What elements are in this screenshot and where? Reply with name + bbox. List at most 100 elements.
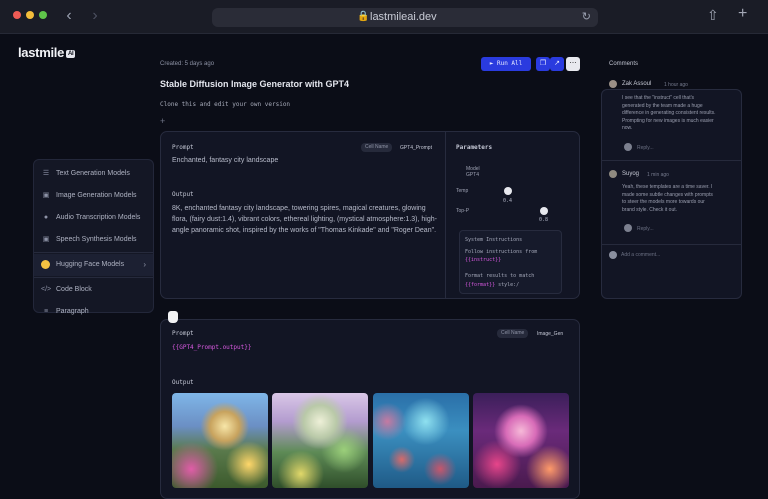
divider xyxy=(601,160,742,161)
avatar xyxy=(624,143,632,151)
divider xyxy=(445,131,446,299)
hugging-face-icon xyxy=(41,260,50,269)
temp-value: 0.4 xyxy=(503,198,513,204)
cell-name[interactable]: Image_Gen xyxy=(537,331,563,337)
system-instruction-line: {{format}} style:/ xyxy=(465,281,519,289)
avatar xyxy=(609,80,617,88)
reply-input[interactable]: Reply... xyxy=(637,145,654,151)
browser-toolbar: ‹ › 🔒 lastmileai.dev ↻ ⇧ + xyxy=(0,0,768,34)
maximize-window-button[interactable] xyxy=(39,11,47,19)
page-title: Stable Diffusion Image Generator with GP… xyxy=(160,79,350,89)
minimize-window-button[interactable] xyxy=(26,11,34,19)
share-link-icon[interactable]: ↗ xyxy=(550,57,564,71)
reload-icon[interactable]: ↻ xyxy=(582,10,591,23)
menu-item-label: Paragraph xyxy=(56,308,89,315)
comment-author: Suyog xyxy=(622,171,640,177)
comment-line: brand style. Check it out. xyxy=(622,206,678,213)
parameters-label: Parameters xyxy=(456,144,493,151)
menu-item-audio-transcription[interactable]: ● Audio Transcription Models xyxy=(34,207,153,229)
comment-line: generated by the team made a huge xyxy=(622,102,703,109)
menu-item-label: Hugging Face Models xyxy=(56,261,125,268)
menu-item-label: Text Generation Models xyxy=(56,170,130,177)
url-text: lastmileai.dev xyxy=(370,11,437,23)
address-bar[interactable]: 🔒 lastmileai.dev ↻ xyxy=(212,8,598,27)
top-p-value: 0.8 xyxy=(539,217,549,223)
generated-image[interactable] xyxy=(373,393,469,488)
cell-name-chip: Cell Name xyxy=(361,143,393,152)
menu-item-hugging-face[interactable]: Hugging Face Models › xyxy=(34,254,153,276)
menu-item-code-block[interactable]: </> Code Block xyxy=(34,279,153,301)
share-icon[interactable]: ⇧ xyxy=(707,7,719,24)
text-icon: ☰ xyxy=(42,170,50,177)
generated-image[interactable] xyxy=(272,393,368,488)
new-tab-icon[interactable]: + xyxy=(738,5,747,23)
temp-label: Temp xyxy=(456,188,469,194)
system-instruction-tail: style:/ xyxy=(498,282,520,288)
back-arrow-icon[interactable]: ‹ xyxy=(61,7,77,25)
output-label: Output xyxy=(172,379,194,386)
block-type-menu: ☰ Text Generation Models ▣ Image Generat… xyxy=(33,159,154,315)
temp-slider-handle[interactable] xyxy=(504,187,512,195)
avatar xyxy=(624,224,632,232)
add-comment-input[interactable]: Add a comment... xyxy=(621,252,660,258)
generated-image[interactable] xyxy=(172,393,268,488)
menu-item-image-generation[interactable]: ▣ Image Generation Models xyxy=(34,185,153,207)
menu-item-text-generation[interactable]: ☰ Text Generation Models xyxy=(34,163,153,185)
comment-line: to steer the models more towards our xyxy=(622,199,705,205)
logo[interactable]: lastmile AI xyxy=(18,45,76,60)
output-line: 8K, enchanted fantasy city landscape, to… xyxy=(172,205,426,212)
add-cell-icon[interactable]: + xyxy=(160,116,165,126)
system-instruction-line: Format results to match xyxy=(465,273,535,279)
menu-item-label: Audio Transcription Models xyxy=(56,214,141,221)
divider xyxy=(34,277,153,278)
comments-title: Comments xyxy=(609,61,639,67)
menu-item-paragraph[interactable]: ≡ Paragraph xyxy=(34,301,153,323)
mic-icon: ● xyxy=(43,214,49,221)
close-window-button[interactable] xyxy=(13,11,21,19)
model-value: GPT4 xyxy=(466,172,480,178)
generated-image[interactable] xyxy=(473,393,569,488)
model-label[interactable]: Model GPT4 xyxy=(466,166,480,178)
system-instructions-label: System Instructions xyxy=(465,237,523,243)
comment-body: Yeah, these templates are a time saver. … xyxy=(622,184,713,214)
comment-time: 1 hour ago xyxy=(664,82,688,88)
forward-arrow-icon[interactable]: › xyxy=(87,7,103,25)
lock-icon: 🔒 xyxy=(357,11,370,22)
comment-author: Zak Assoul xyxy=(622,81,652,87)
mouse-cursor-icon xyxy=(168,311,178,323)
output-label: Output xyxy=(172,191,194,198)
comment-line: now. xyxy=(622,125,633,131)
cell-name[interactable]: GPT4_Prompt xyxy=(400,145,432,151)
top-p-label: Top-P xyxy=(456,208,470,214)
variable-format: {{format}} xyxy=(465,282,496,288)
more-options-icon[interactable]: ⋯ xyxy=(566,57,580,71)
logo-badge: AI xyxy=(66,49,76,58)
output-line: angle panoramic shot, inspired by the wo… xyxy=(172,227,437,234)
top-p-slider-handle[interactable] xyxy=(540,207,548,215)
paragraph-icon: ≡ xyxy=(43,308,49,315)
system-instruction-line: Follow instructions from xyxy=(465,249,538,255)
prompt-label: Prompt xyxy=(172,144,194,151)
menu-item-speech-synthesis[interactable]: ▣ Speech Synthesis Models xyxy=(34,229,153,251)
output-line: flora, (fairy dust:1.4), vibrant colors,… xyxy=(172,216,437,223)
page-subtitle: Clone this and edit your own version xyxy=(160,101,291,108)
avatar xyxy=(609,170,617,178)
reply-input[interactable]: Reply... xyxy=(637,226,654,232)
divider xyxy=(34,252,153,253)
run-all-button[interactable]: ► Run All xyxy=(481,57,531,71)
menu-item-label: Image Generation Models xyxy=(56,192,137,199)
prompt-text[interactable]: Enchanted, fantasy city landscape xyxy=(172,155,278,166)
code-icon: </> xyxy=(41,286,52,293)
chevron-right-icon: › xyxy=(143,260,146,269)
divider xyxy=(601,244,742,245)
comment-line: I see that the "instruct" cell that's xyxy=(622,95,695,101)
prompt-variable[interactable]: {{GPT4_Prompt.output}} xyxy=(172,344,251,351)
run-all-label: Run All xyxy=(496,60,523,67)
comment-line: difference in generating consistent resu… xyxy=(622,110,716,116)
comment-line: Yeah, these templates are a time saver. … xyxy=(622,184,713,190)
speaker-icon: ▣ xyxy=(42,236,50,243)
created-date: Created: 5 days ago xyxy=(160,61,215,67)
variable-instruct: {{instruct}} xyxy=(465,257,502,263)
copy-icon[interactable]: ❐ xyxy=(536,57,550,71)
comment-body: I see that the "instruct" cell that's ge… xyxy=(622,95,716,133)
